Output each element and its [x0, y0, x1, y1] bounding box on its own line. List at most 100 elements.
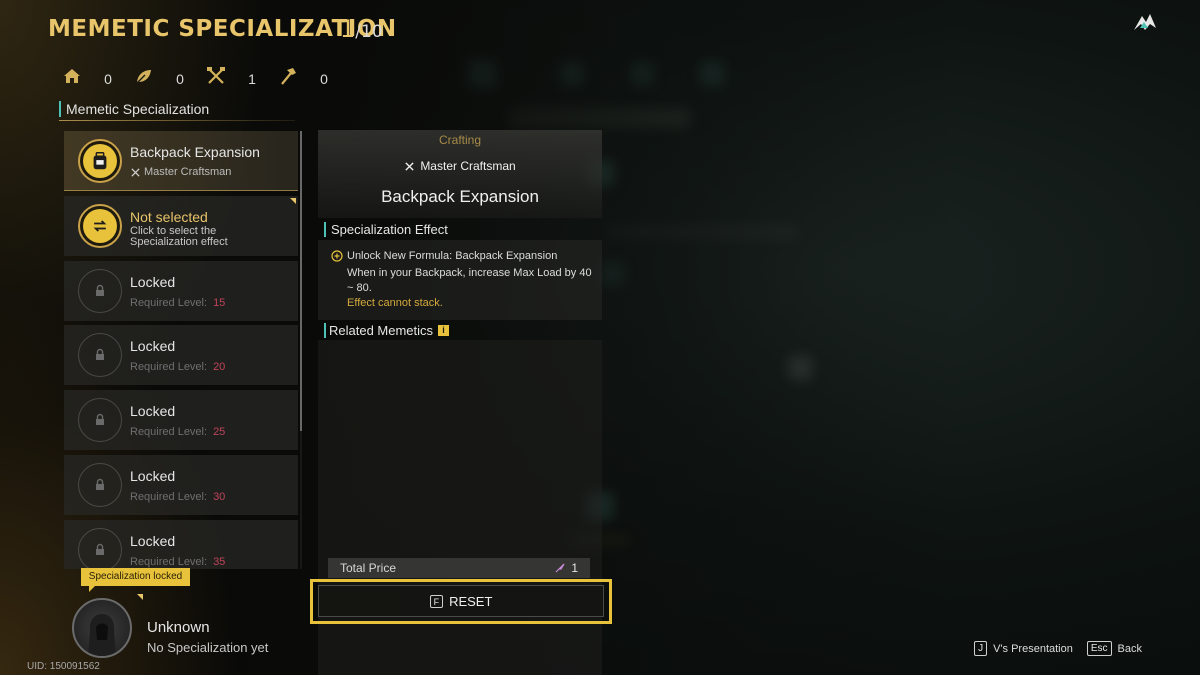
spec-card-locked[interactable]: Locked Required Level: 15: [64, 260, 298, 321]
stat-value: 0: [176, 70, 184, 87]
spec-card-locked[interactable]: Locked Required Level: 25: [64, 390, 298, 451]
reset-button[interactable]: F RESET: [318, 585, 604, 617]
avatar[interactable]: [72, 598, 132, 658]
hammer-icon: [278, 66, 298, 91]
required-level: Required Level: 25: [130, 426, 225, 438]
spec-card-locked[interactable]: Locked Required Level: 20: [64, 325, 298, 386]
leaf-icon: [134, 66, 154, 91]
detail-badge: Master Craftsman: [318, 159, 602, 173]
hooded-figure-icon: [88, 614, 116, 656]
lock-icon: [96, 414, 104, 426]
total-price-value: 1: [555, 561, 578, 575]
detail-title: Backpack Expansion: [381, 187, 539, 206]
detail-badge-text: Master Craftsman: [420, 159, 516, 173]
stat-gathering: 0: [134, 66, 206, 91]
required-level-label: Required Level:: [130, 490, 208, 503]
background-map-node: [600, 262, 624, 286]
spec-name: Backpack Expansion: [130, 144, 260, 160]
lock-icon: [96, 349, 104, 361]
required-level-value: 35: [213, 555, 226, 568]
crossed-tools-icon: [131, 167, 140, 177]
required-level: Required Level: 35: [130, 556, 225, 568]
spec-name: Locked: [130, 532, 176, 549]
crossed-tools-icon: [405, 161, 414, 171]
effect-note: Effect cannot stack.: [347, 297, 443, 309]
spec-icon-frame: [78, 139, 122, 183]
required-level: Required Level: 20: [130, 361, 225, 373]
house-icon: [62, 66, 82, 91]
key-hint: J: [974, 641, 988, 656]
required-level: Required Level: 30: [130, 491, 225, 503]
bottom-hints: J V's Presentation Esc Back: [960, 641, 1142, 656]
crossed-tools-icon: [206, 66, 226, 91]
spec-name: Locked: [130, 273, 176, 290]
related-memetics-box: [318, 340, 602, 675]
related-memetics-heading: Related Memetics i: [324, 323, 450, 338]
corner-marker: [137, 594, 143, 600]
spec-card-backpack-expansion[interactable]: Backpack Expansion Master Craftsman: [64, 131, 298, 191]
spec-card-locked[interactable]: Locked Required Level: 30: [64, 454, 298, 515]
stat-value: 0: [104, 70, 112, 87]
count-current: 1: [340, 15, 356, 43]
profile-subtitle: No Specialization yet: [147, 640, 269, 655]
background-map-label: [510, 108, 690, 128]
required-level-label: Required Level:: [130, 361, 208, 374]
presentation-hint[interactable]: J V's Presentation: [974, 641, 1073, 656]
spec-icon-frame: [78, 203, 122, 248]
stat-value: 1: [248, 70, 256, 87]
list-scrollbar[interactable]: [300, 131, 302, 569]
scrollbar-thumb[interactable]: [300, 131, 302, 431]
plus-circle-icon: [331, 250, 343, 262]
back-hint[interactable]: Esc Back: [1086, 641, 1142, 656]
spec-icon-frame: [78, 398, 122, 443]
effect-heading: Specialization Effect: [324, 222, 448, 237]
effect-line: Unlock New Formula: Backpack Expansion: [331, 250, 557, 262]
info-icon[interactable]: i: [438, 325, 450, 336]
spec-description: Click to select the Specialization effec…: [130, 224, 228, 248]
feather-icon: [555, 563, 565, 573]
user-id: UID: 150091562: [27, 661, 100, 672]
spec-card-locked[interactable]: Locked Required Level: 35: [64, 519, 298, 569]
backpack-icon: [83, 144, 117, 178]
related-memetics-text: Related Memetics: [329, 323, 434, 338]
reset-label: RESET: [449, 593, 493, 609]
spec-subtitle-text: Master Craftsman: [144, 166, 232, 178]
spec-name: Locked: [130, 467, 176, 484]
count-total: /10: [355, 22, 383, 42]
hint-label: V's Presentation: [993, 642, 1073, 655]
stat-value: 0: [320, 70, 328, 87]
key-hint: Esc: [1086, 641, 1112, 656]
detail-category: Crafting: [438, 133, 482, 147]
effect-description: When in your Backpack, increase Max Load…: [347, 267, 592, 294]
required-level-value: 25: [213, 426, 226, 439]
stat-building: 0: [278, 66, 350, 91]
specialization-count: 1/10: [340, 15, 383, 43]
game-logo-icon: [1132, 10, 1158, 34]
required-level-value: 30: [213, 490, 226, 503]
spec-name: Not selected: [130, 208, 208, 225]
background-map-node: [700, 62, 724, 86]
specialization-list[interactable]: Backpack Expansion Master Craftsman Not …: [64, 131, 298, 569]
spec-icon-frame: [78, 527, 122, 569]
hint-label: Back: [1117, 642, 1142, 655]
effect-line-text: Unlock New Formula: Backpack Expansion: [347, 250, 558, 262]
lock-icon: [96, 478, 104, 490]
required-level-value: 20: [213, 361, 226, 374]
required-level-value: 15: [213, 296, 226, 309]
specialization-locked-tag: Specialization locked: [81, 568, 190, 592]
total-price-number: 1: [571, 561, 578, 575]
required-level-label: Required Level:: [130, 296, 208, 309]
required-level: Required Level: 15: [130, 297, 225, 309]
section-heading: Memetic Specialization: [59, 101, 209, 117]
spec-subtitle: Master Craftsman: [130, 166, 231, 178]
spec-card-not-selected[interactable]: Not selected Click to select the Special…: [64, 195, 298, 256]
spec-icon-frame: [78, 462, 122, 507]
section-divider: [59, 120, 295, 121]
spec-name: Locked: [130, 338, 176, 355]
corner-marker: [290, 197, 296, 204]
spec-icon-frame: [78, 268, 122, 313]
spec-name: Locked: [130, 403, 176, 420]
spec-icon-frame: [78, 333, 122, 378]
total-price-bar: Total Price 1: [328, 558, 590, 578]
category-stats: 0 0 1 0: [62, 66, 350, 91]
